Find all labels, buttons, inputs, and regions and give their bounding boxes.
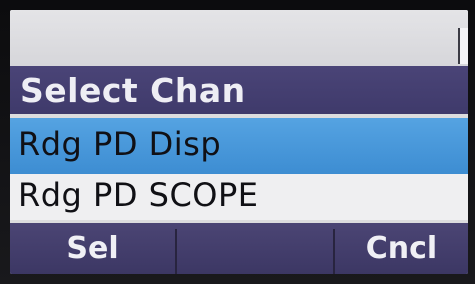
page-title: Select Chan bbox=[20, 71, 246, 110]
status-bar bbox=[10, 10, 468, 66]
cancel-softkey[interactable]: Cncl bbox=[335, 223, 468, 274]
title-bar: Select Chan bbox=[10, 66, 468, 114]
device-bezel: Select Chan Rdg PD Disp Rdg PD SCOPE Sel… bbox=[0, 0, 475, 284]
list-item-rdg-pd-scope[interactable]: Rdg PD SCOPE bbox=[10, 174, 468, 220]
select-softkey[interactable]: Sel bbox=[10, 223, 175, 274]
list-item-rdg-pd-disp[interactable]: Rdg PD Disp bbox=[10, 118, 468, 174]
list-item-label: Rdg PD Disp bbox=[18, 125, 222, 163]
list-item-label: Rdg PD SCOPE bbox=[18, 176, 259, 214]
middle-softkey[interactable] bbox=[177, 223, 333, 274]
softkey-bar: Sel Cncl bbox=[10, 223, 468, 274]
lcd-screen: Select Chan Rdg PD Disp Rdg PD SCOPE Sel… bbox=[10, 10, 468, 274]
status-indicator bbox=[458, 28, 468, 64]
